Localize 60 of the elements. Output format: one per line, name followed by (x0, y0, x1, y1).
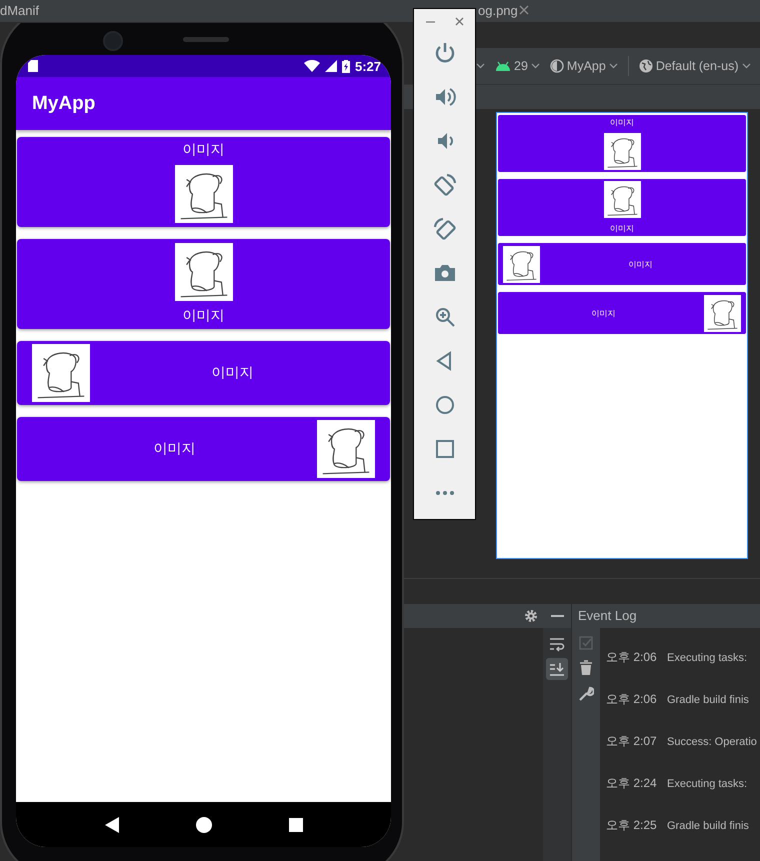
card-label: 이미지 (152, 440, 196, 458)
dog-drawing (604, 133, 640, 170)
card-label: 이미지 (182, 307, 224, 325)
dog-drawing (317, 420, 375, 478)
back-icon[interactable] (104, 816, 118, 832)
camera-lens (103, 31, 123, 51)
api-level-dropdown[interactable]: 29 (514, 59, 528, 73)
log-time: 오후 2:24 (606, 775, 658, 792)
dog-drawing (174, 243, 232, 301)
wrench-icon[interactable] (578, 686, 594, 702)
log-message: Gradle build finis (667, 694, 749, 706)
theme-dropdown[interactable]: MyApp (566, 59, 606, 73)
log-time: 오후 2:06 (606, 691, 658, 708)
card-label: 이미지 (610, 117, 634, 128)
theme-icon (550, 59, 564, 73)
soft-wrap-icon[interactable] (549, 636, 565, 652)
app-title: MyApp (32, 92, 96, 114)
rotate-right-icon[interactable] (432, 217, 456, 241)
speaker-grille (183, 37, 229, 42)
dog-drawing (704, 294, 741, 332)
log-message: Success: Operatio (667, 736, 757, 748)
log-message: Executing tasks: (667, 778, 748, 790)
trash-icon[interactable] (579, 660, 593, 676)
sd-card-icon (28, 60, 38, 72)
card-label: 이미지 (590, 308, 616, 318)
overview-icon[interactable] (288, 818, 302, 832)
card-label: 이미지 (182, 141, 224, 159)
chevron-icon (476, 63, 485, 69)
log-time: 오후 2:07 (606, 733, 658, 750)
dog-drawing (174, 165, 232, 223)
close-icon[interactable] (519, 5, 529, 15)
dog-drawing (604, 181, 640, 218)
globe-icon (638, 59, 653, 73)
card-label: 이미지 (628, 258, 654, 270)
log-message: Gradle build finis (667, 820, 749, 832)
log-time: 오후 2:25 (606, 817, 658, 834)
log-message: Executing tasks: (667, 652, 748, 664)
panel-title: Event Log (578, 608, 637, 623)
rotate-left-icon[interactable] (432, 173, 456, 197)
status-time: 5:27 (354, 58, 381, 74)
checkbox-icon[interactable] (579, 636, 593, 650)
chevron-icon (742, 63, 750, 69)
battery-icon (342, 60, 350, 72)
close-icon[interactable] (454, 16, 464, 26)
editor-tab[interactable]: og.png (478, 3, 518, 18)
home-icon[interactable] (196, 816, 212, 832)
card-label: 이미지 (610, 223, 634, 234)
chevron-icon (608, 63, 618, 69)
editor-tab[interactable]: dManif (0, 3, 40, 18)
dog-drawing (32, 344, 90, 402)
wifi-icon (304, 60, 320, 72)
locale-dropdown[interactable]: Default (en-us) (656, 59, 738, 73)
scroll-to-end-button[interactable] (546, 658, 568, 680)
android-icon (495, 60, 511, 72)
dog-drawing (503, 246, 540, 282)
card-label: 이미지 (210, 364, 254, 382)
settings-icon[interactable] (524, 609, 538, 623)
log-time: 오후 2:06 (606, 649, 658, 666)
signal-icon (324, 60, 337, 72)
chevron-icon (530, 63, 540, 69)
